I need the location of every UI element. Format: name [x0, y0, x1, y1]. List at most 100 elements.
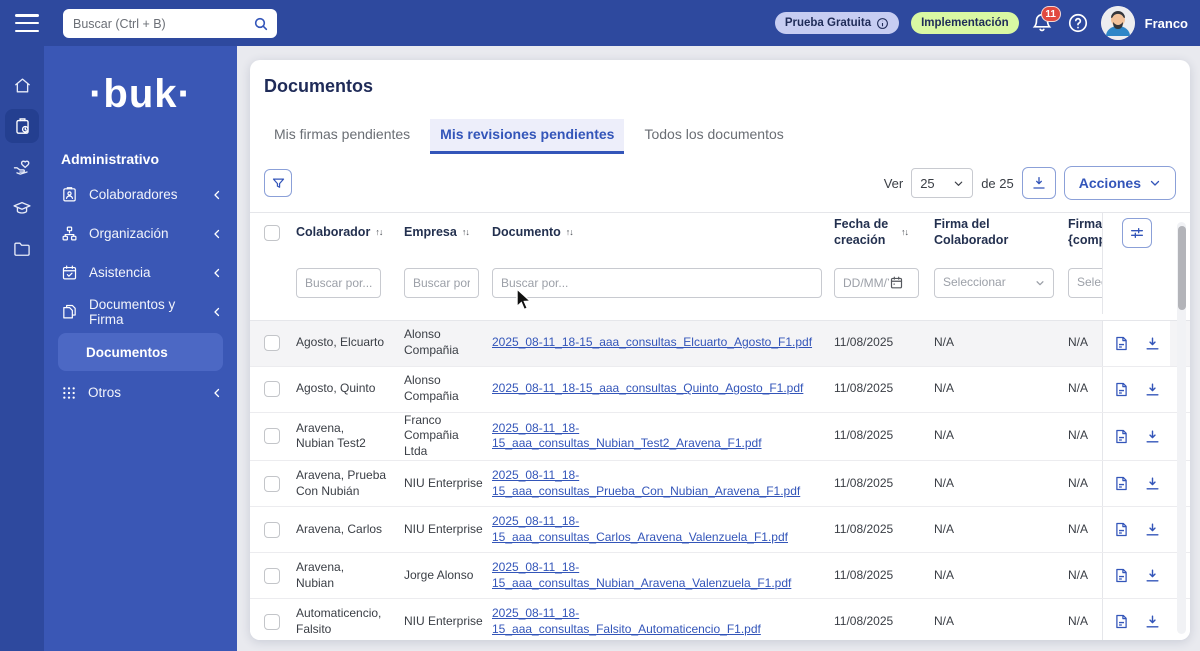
sidebar-item-asistencia[interactable]: Asistencia — [44, 253, 237, 292]
document-link[interactable]: 2025_08-11_18- 15_aaa_consultas_Falsito_… — [492, 606, 761, 636]
document-link[interactable]: 2025_08-11_18-15_aaa_consultas_Elcuarto_… — [492, 335, 812, 349]
row-checkbox[interactable] — [264, 335, 280, 352]
column-header-firma-compania[interactable]: Firma {comp — [1068, 217, 1102, 248]
column-header-firma-colaborador[interactable]: Firma del Colaborador — [934, 217, 1068, 248]
filter-fecha-input[interactable] — [834, 267, 919, 298]
tab-bar: Mis firmas pendientes Mis revisiones pen… — [264, 119, 1190, 154]
download-document-icon[interactable] — [1144, 475, 1161, 492]
filter-firma-compania-select[interactable]: Seleccionar — [1068, 267, 1102, 298]
training-graduation-icon[interactable] — [5, 191, 39, 225]
view-document-icon[interactable] — [1113, 475, 1130, 492]
row-checkbox[interactable] — [264, 567, 280, 584]
cell-firma-compania: N/A — [1068, 475, 1089, 490]
download-document-icon[interactable] — [1144, 428, 1161, 445]
sidebar-item-organizacion[interactable]: Organización — [44, 214, 237, 253]
document-link[interactable]: 2025_08-11_18- 15_aaa_consultas_Nubian_A… — [492, 560, 791, 590]
implementation-badge[interactable]: Implementación — [911, 12, 1019, 34]
select-all-checkbox[interactable] — [264, 224, 280, 241]
sidebar-item-documentos-y-firma[interactable]: Documentos y Firma — [44, 292, 237, 331]
view-document-icon[interactable] — [1113, 567, 1130, 584]
sidebar-item-colaboradores[interactable]: Colaboradores — [44, 175, 237, 214]
grid-dots-icon — [61, 385, 77, 401]
download-document-icon[interactable] — [1144, 521, 1161, 538]
tasks-clipboard-icon[interactable] — [5, 107, 47, 145]
search-input[interactable] — [73, 16, 253, 31]
column-settings-button[interactable] — [1121, 217, 1152, 248]
table-row[interactable]: Aravena, Nubian Jorge Alonso 2025_08-11_… — [250, 553, 1190, 600]
cell-empresa: NIU Enterprise — [404, 521, 483, 536]
chevron-down-icon — [1149, 177, 1161, 189]
help-icon[interactable] — [1067, 12, 1089, 34]
sort-icon[interactable]: ↑↓ — [375, 227, 383, 238]
filter-empresa-input[interactable] — [404, 267, 479, 298]
document-link[interactable]: 2025_08-11_18-15_aaa_consultas_Quinto_Ag… — [492, 381, 803, 395]
documents-card: Documentos Mis firmas pendientes Mis rev… — [250, 60, 1190, 640]
page-size-select[interactable]: 25 — [911, 168, 974, 198]
download-document-icon[interactable] — [1144, 613, 1161, 630]
view-document-icon[interactable] — [1113, 381, 1130, 398]
sidebar-subitem-documentos[interactable]: Documentos — [58, 333, 223, 371]
tab-mis-firmas-pendientes[interactable]: Mis firmas pendientes — [264, 119, 420, 154]
document-link[interactable]: 2025_08-11_18- 15_aaa_consultas_Nubian_T… — [492, 421, 762, 451]
global-search[interactable] — [63, 9, 277, 38]
chevron-left-icon — [211, 387, 223, 399]
sort-icon[interactable]: ↑↓ — [462, 227, 470, 238]
column-header-fecha[interactable]: Fecha de creación ↑↓ — [834, 217, 934, 248]
search-icon[interactable] — [253, 16, 269, 32]
row-checkbox[interactable] — [264, 613, 280, 630]
document-link[interactable]: 2025_08-11_18- 15_aaa_consultas_Carlos_A… — [492, 514, 788, 544]
table-row[interactable]: Aravena, Nubian Test2 Franco Compañia Lt… — [250, 412, 1190, 462]
download-document-icon[interactable] — [1144, 381, 1161, 398]
table-row[interactable]: Aravena, Prueba Con Nubián NIU Enterpris… — [250, 461, 1190, 508]
filter-button[interactable] — [264, 169, 292, 197]
view-document-icon[interactable] — [1113, 521, 1130, 538]
hamburger-menu-icon[interactable] — [15, 14, 39, 32]
view-document-icon[interactable] — [1113, 335, 1130, 352]
view-document-icon[interactable] — [1113, 613, 1130, 630]
tab-todos-los-documentos[interactable]: Todos los documentos — [634, 119, 793, 154]
cell-firma-colaborador: N/A — [934, 521, 955, 536]
files-folder-icon[interactable] — [5, 232, 39, 266]
row-checkbox[interactable] — [264, 521, 280, 538]
cell-empresa: Jorge Alonso — [404, 567, 474, 582]
calendar-icon[interactable] — [889, 260, 904, 307]
table-row[interactable]: Agosto, Elcuarto Alonso Compañia 2025_08… — [250, 320, 1190, 367]
org-chart-icon — [61, 225, 78, 242]
table-row[interactable]: Aravena, Carlos NIU Enterprise 2025_08-1… — [250, 507, 1190, 554]
notification-count-badge: 11 — [1040, 6, 1061, 22]
acciones-button[interactable]: Acciones — [1063, 166, 1176, 200]
column-header-documento[interactable]: Documento ↑↓ — [492, 225, 834, 241]
benefits-hand-heart-icon[interactable] — [5, 150, 39, 184]
scrollbar-thumb[interactable] — [1177, 226, 1186, 310]
filter-documento-input[interactable] — [492, 267, 822, 298]
table-filter-row: Seleccionar Seleccionar — [250, 252, 1190, 321]
notifications-bell[interactable]: 11 — [1031, 6, 1061, 36]
cell-firma-compania: N/A — [1068, 381, 1089, 396]
view-document-icon[interactable] — [1113, 428, 1130, 445]
tab-mis-revisiones-pendientes[interactable]: Mis revisiones pendientes — [430, 119, 625, 154]
download-document-icon[interactable] — [1144, 335, 1161, 352]
export-download-button[interactable] — [1021, 167, 1056, 199]
cell-colaborador: Aravena, Nubian — [296, 559, 345, 590]
row-checkbox[interactable] — [264, 381, 280, 398]
column-header-colaborador[interactable]: Colaborador ↑↓ — [296, 225, 404, 241]
cell-empresa: Alonso Compañia — [404, 373, 459, 404]
sort-icon[interactable]: ↑↓ — [566, 227, 574, 238]
row-checkbox[interactable] — [264, 475, 280, 492]
home-icon[interactable] — [5, 68, 39, 102]
vertical-scrollbar[interactable] — [1177, 222, 1186, 634]
sidebar-item-otros[interactable]: Otros — [44, 373, 237, 412]
user-name[interactable]: Franco — [1145, 16, 1188, 31]
table-row[interactable]: Agosto, Quinto Alonso Compañia 2025_08-1… — [250, 366, 1190, 413]
document-link[interactable]: 2025_08-11_18- 15_aaa_consultas_Prueba_C… — [492, 468, 800, 498]
sort-icon[interactable]: ↑↓ — [901, 227, 909, 238]
avatar[interactable] — [1100, 6, 1135, 40]
filter-colaborador-input[interactable] — [296, 267, 381, 298]
row-checkbox[interactable] — [264, 428, 280, 445]
trial-badge[interactable]: Prueba Gratuita — [774, 12, 900, 34]
download-document-icon[interactable] — [1144, 567, 1161, 584]
column-header-empresa[interactable]: Empresa ↑↓ — [404, 225, 492, 241]
table-row[interactable]: Automaticencio, Falsito NIU Enterprise 2… — [250, 599, 1190, 640]
top-bar: Prueba Gratuita Implementación 11 Franco — [0, 0, 1200, 46]
filter-firma-colaborador-select[interactable]: Seleccionar — [934, 267, 1054, 298]
